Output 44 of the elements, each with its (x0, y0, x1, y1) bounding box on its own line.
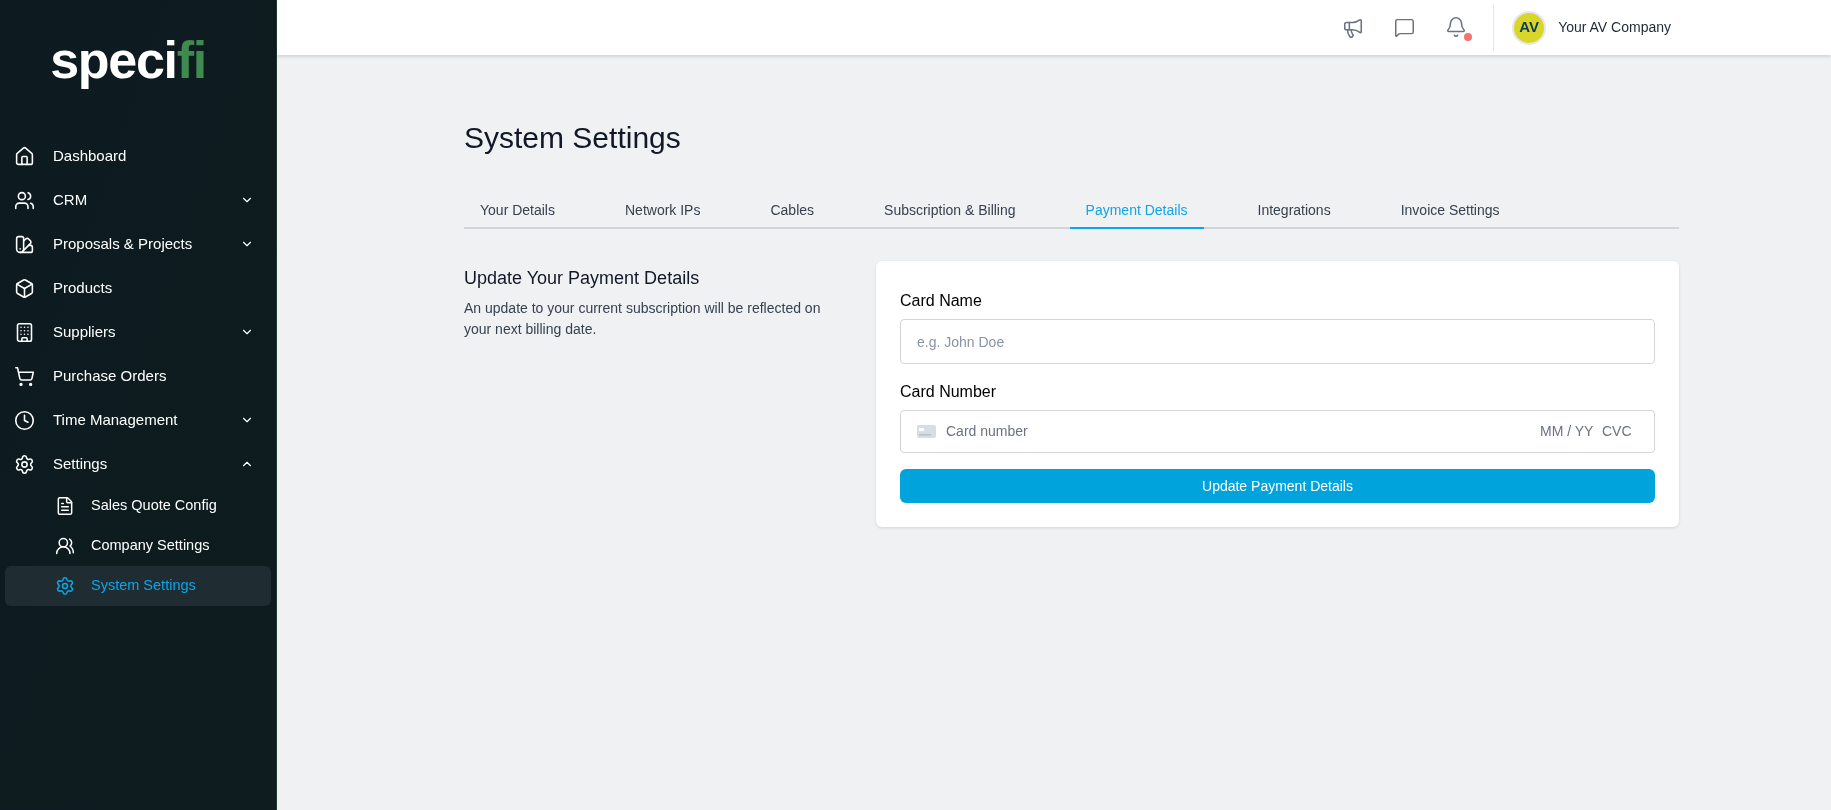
box-icon (14, 277, 35, 299)
sidebar-item[interactable]: Proposals & Projects (0, 222, 276, 266)
sidebar-subitem[interactable]: Sales Quote Config (5, 486, 271, 526)
clock-icon (14, 409, 35, 431)
card-number-input[interactable]: Card number (946, 421, 1540, 442)
sidebar-item[interactable]: Purchase Orders (0, 354, 276, 398)
section-description: An update to your current subscription will be reflected on your next billing date. (464, 299, 822, 339)
tab[interactable]: Invoice Settings (1384, 193, 1516, 229)
gear-icon (55, 576, 75, 596)
tab[interactable]: Network IPs (609, 193, 717, 229)
cart-icon (14, 365, 35, 387)
company-name: Your AV Company (1558, 18, 1671, 37)
avatar[interactable]: AV (1512, 10, 1547, 45)
page-title: System Settings (464, 123, 682, 153)
field-label: Card Number (900, 382, 998, 402)
document-icon (55, 496, 75, 516)
tab[interactable]: Integrations (1241, 193, 1347, 229)
card-name-input[interactable]: e.g. John Doe (900, 319, 1655, 364)
gear-icon (14, 453, 35, 475)
building-icon (14, 321, 35, 343)
expiry-input[interactable]: MM / YY (1540, 421, 1602, 442)
tab[interactable]: Subscription & Billing (868, 193, 1032, 229)
megaphone-icon[interactable] (1342, 16, 1365, 39)
people-icon (14, 189, 35, 211)
notifications-button[interactable] (1445, 15, 1470, 40)
card-icon (917, 425, 936, 438)
house-icon (14, 145, 35, 167)
sidebar-item[interactable]: Suppliers (0, 310, 276, 354)
sidebar-item[interactable]: Time Management (0, 398, 276, 442)
sidebar-subitem[interactable]: System Settings (5, 566, 271, 606)
sidebar-item[interactable]: Settings (0, 442, 276, 486)
card-number-field[interactable]: Card number MM / YY CVC (900, 410, 1655, 453)
field-label: Card Name (900, 291, 983, 311)
sidebar-subitem[interactable]: Company Settings (5, 526, 271, 566)
tab[interactable]: Your Details (464, 193, 571, 229)
sidebar-item[interactable]: CRM (0, 178, 276, 222)
tab[interactable]: Cables (754, 193, 831, 229)
section-title: Update Your Payment Details (464, 267, 701, 290)
people-icon (55, 536, 75, 556)
message-icon[interactable] (1394, 17, 1416, 38)
swatch-icon (14, 233, 35, 255)
cvc-input[interactable]: CVC (1602, 421, 1638, 442)
sidebar-item[interactable]: Products (0, 266, 276, 310)
sidebar-item[interactable]: Dashboard (0, 134, 276, 178)
